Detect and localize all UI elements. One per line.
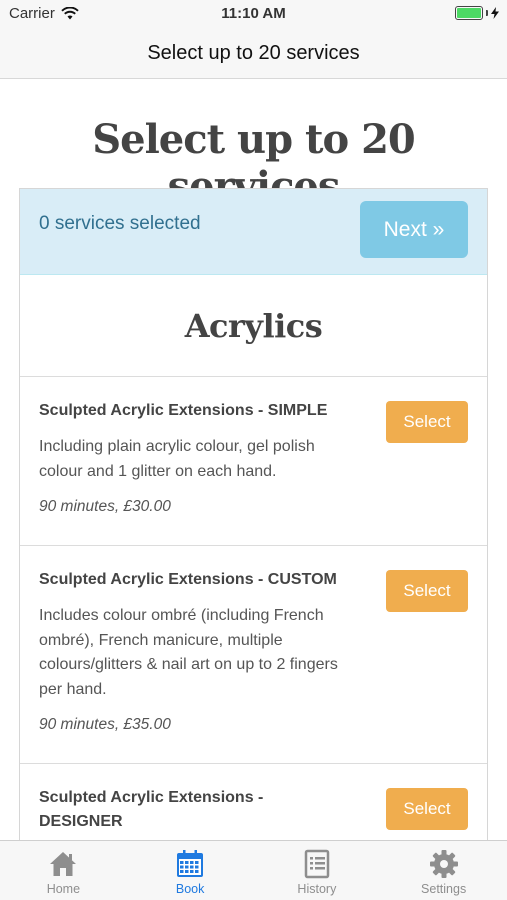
home-icon: [50, 852, 77, 876]
content-scroll-area[interactable]: Select up to 20 services 0 services sele…: [0, 80, 507, 840]
battery-icon: [455, 6, 483, 20]
selection-bar: 0 services selected Next »: [20, 189, 487, 275]
category-header: Acrylics: [20, 275, 487, 377]
select-button[interactable]: Select: [386, 401, 468, 443]
service-description: Including plain acrylic colour, gel poli…: [39, 438, 315, 480]
tab-label: Book: [175, 882, 205, 896]
service-meta: 90 minutes, £30.00: [39, 498, 171, 515]
service-name: Sculpted Acrylic Extensions - DESIGNER: [39, 789, 264, 830]
next-button[interactable]: Next »: [360, 201, 468, 258]
tab-label: History: [297, 882, 337, 896]
nav-title: Select up to 20 services: [147, 41, 360, 64]
services-panel: 0 services selected Next » Acrylics Scul…: [19, 188, 488, 840]
gear-icon: [429, 850, 458, 878]
tab-history[interactable]: History: [254, 841, 381, 900]
calendar-icon: [177, 850, 204, 877]
service-description: Includes colour ombré (including French …: [39, 607, 338, 698]
select-button[interactable]: Select: [386, 570, 468, 612]
service-item: Sculpted Acrylic Extensions - CUSTOM Inc…: [20, 546, 487, 764]
selected-count: 0 services selected: [39, 213, 201, 234]
service-meta: 90 minutes, £35.00: [39, 716, 171, 733]
tab-settings[interactable]: Settings: [380, 841, 507, 900]
service-name: Sculpted Acrylic Extensions - SIMPLE: [39, 402, 328, 419]
category-title: Acrylics: [184, 306, 323, 345]
service-name: Sculpted Acrylic Extensions - CUSTOM: [39, 571, 337, 588]
tab-book[interactable]: Book: [127, 841, 254, 900]
tab-label: Home: [46, 882, 81, 896]
select-button[interactable]: Select: [386, 788, 468, 830]
tab-label: Settings: [421, 882, 467, 896]
battery-tip: [486, 10, 488, 16]
list-icon: [304, 849, 330, 879]
status-time: 11:10 AM: [221, 5, 286, 22]
battery-fill: [457, 8, 481, 18]
tab-bar: Home Book History Settings: [0, 840, 507, 900]
service-item: Sculpted Acrylic Extensions - SIMPLE Inc…: [20, 377, 487, 546]
navigation-bar: Select up to 20 services: [0, 28, 507, 79]
service-item: Sculpted Acrylic Extensions - DESIGNER S…: [20, 764, 487, 840]
tab-home[interactable]: Home: [0, 841, 127, 900]
charging-bolt-icon: [491, 7, 499, 19]
status-right: [455, 6, 499, 20]
status-bar: Carrier 11:10 AM: [0, 0, 507, 28]
